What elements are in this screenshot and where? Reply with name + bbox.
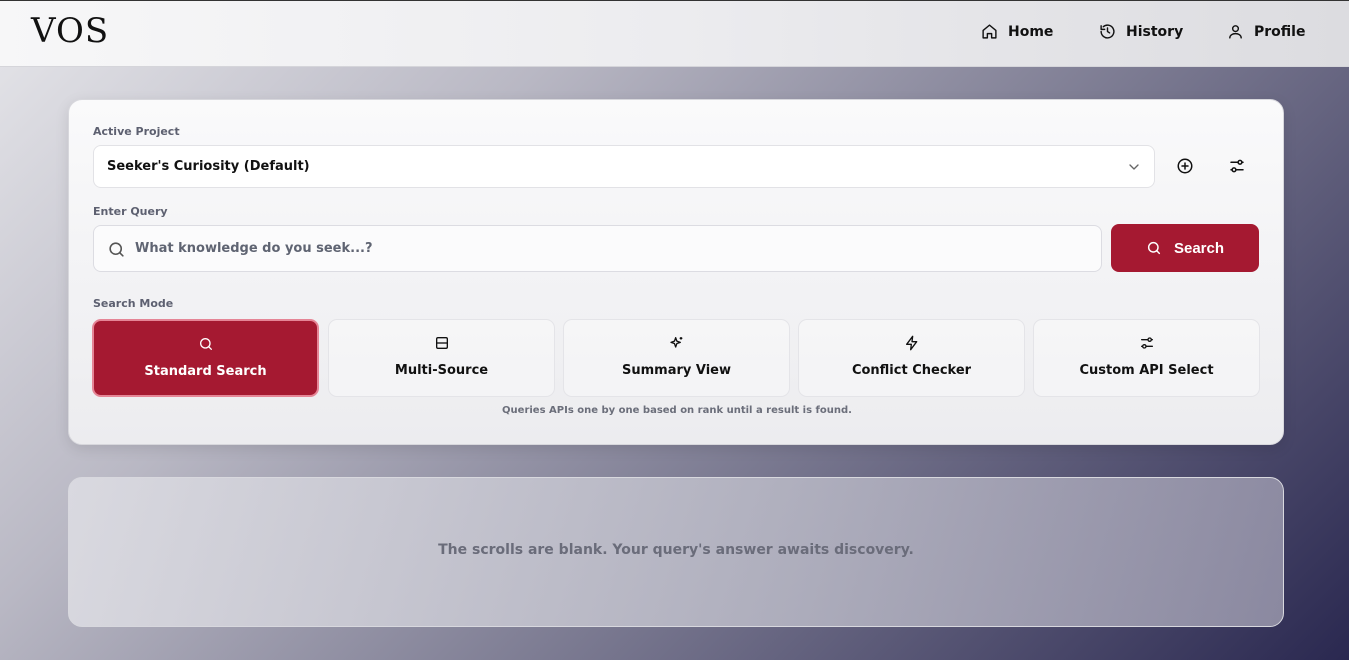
sliders-icon xyxy=(1230,159,1244,173)
add-project-button[interactable] xyxy=(1172,153,1198,179)
mode-label: Standard Search xyxy=(144,364,267,379)
project-select[interactable]: Seeker's Curiosity (Default) xyxy=(93,145,1155,188)
chevron-down-icon xyxy=(1129,164,1139,170)
search-mode-label: Search Mode xyxy=(93,297,174,310)
mode-conflict-checker[interactable]: Conflict Checker xyxy=(798,319,1025,397)
nav-history[interactable]: History xyxy=(1099,23,1183,40)
search-icon xyxy=(109,242,124,257)
search-mode-hint: Queries APIs one by one based on rank un… xyxy=(502,405,852,416)
search-icon xyxy=(199,338,212,350)
home-icon xyxy=(982,24,997,39)
mode-label: Summary View xyxy=(621,363,731,378)
mode-custom-api-select[interactable]: Custom API Select xyxy=(1033,319,1260,397)
history-icon xyxy=(1100,24,1115,39)
query-input[interactable] xyxy=(135,226,1085,271)
user-icon xyxy=(1229,25,1242,39)
nav-home-label: Home xyxy=(1008,23,1054,40)
query-field[interactable] xyxy=(93,225,1102,272)
search-button-label: Search xyxy=(1173,239,1225,257)
search-icon xyxy=(1147,241,1161,255)
search-mode-group: Standard Search Multi-Source Summary Vie… xyxy=(92,319,1260,397)
nav-profile-label: Profile xyxy=(1254,23,1306,40)
mode-summary-view[interactable]: Summary View xyxy=(563,319,790,397)
search-card: Active Project Seeker's Curiosity (Defau… xyxy=(68,99,1284,445)
app-logo[interactable]: VOS xyxy=(31,11,109,51)
results-panel: The scrolls are blank. Your query's answ… xyxy=(68,477,1284,627)
mode-label: Custom API Select xyxy=(1079,363,1214,378)
empty-results-message: The scrolls are blank. Your query's answ… xyxy=(438,542,914,558)
plus-circle-icon xyxy=(1177,158,1193,174)
bolt-icon xyxy=(905,335,917,351)
mode-label: Conflict Checker xyxy=(851,363,972,378)
mode-label: Multi-Source xyxy=(394,363,489,378)
mode-standard-search[interactable]: Standard Search xyxy=(92,319,319,397)
top-header: VOS Home History Profile xyxy=(0,1,1349,67)
project-selected-value: Seeker's Curiosity (Default) xyxy=(107,159,310,174)
query-label: Enter Query xyxy=(93,205,168,218)
search-button[interactable]: Search xyxy=(1111,224,1259,272)
project-settings-button[interactable] xyxy=(1224,153,1250,179)
sliders-icon xyxy=(1140,337,1153,349)
nav-history-label: History xyxy=(1126,23,1184,40)
mode-multi-source[interactable]: Multi-Source xyxy=(328,319,555,397)
sparkles-icon xyxy=(669,337,682,348)
project-label: Active Project xyxy=(93,125,180,138)
layers-icon xyxy=(435,337,448,349)
nav-profile[interactable]: Profile xyxy=(1227,23,1305,40)
nav-home[interactable]: Home xyxy=(981,23,1053,40)
